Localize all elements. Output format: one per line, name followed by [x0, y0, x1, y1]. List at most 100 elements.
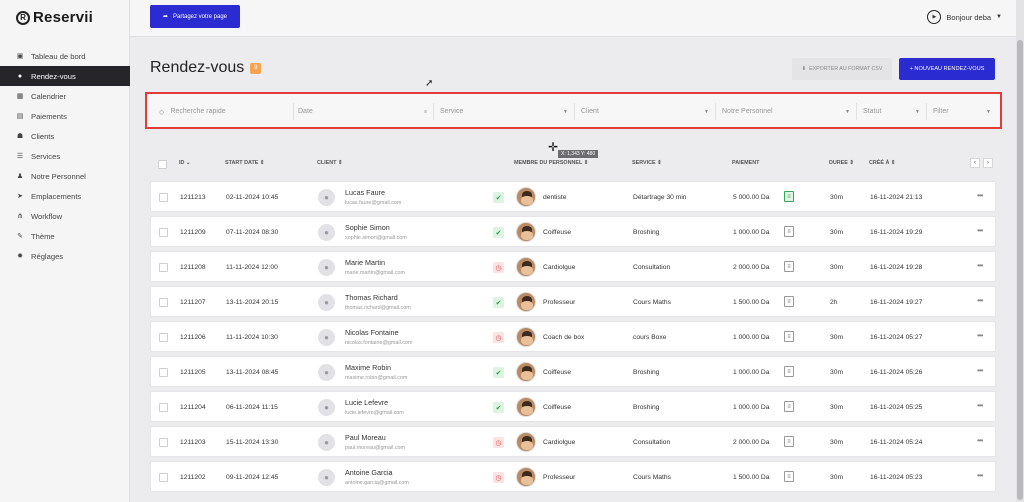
status-confirmed-icon[interactable]: ✔	[493, 227, 504, 238]
status-confirmed-icon[interactable]: ✔	[493, 297, 504, 308]
table-row[interactable]: 1211203 15-11-2024 13:30 ● Paul Moreau paul.…	[150, 426, 996, 457]
row-checkbox[interactable]	[159, 228, 168, 237]
user-menu[interactable]: ▶ Bonjour deba ▼	[927, 10, 1002, 24]
row-checkbox[interactable]	[159, 263, 168, 272]
invoice-icon[interactable]: ≡	[784, 471, 794, 482]
table-row[interactable]: 1211205 13-11-2024 08:45 ● Maxime Robin maxi…	[150, 356, 996, 387]
more-actions-icon[interactable]: •••	[977, 436, 983, 445]
client-name[interactable]: Nicolas Fontaine	[345, 328, 399, 337]
sidebar-item-tableau-de-bord[interactable]: ▣ Tableau de bord	[0, 46, 130, 66]
invoice-icon[interactable]: ≡	[784, 331, 794, 342]
column-staff[interactable]: MEMBRE DU PERSONNEL ⇕	[514, 160, 588, 166]
sidebar-item-paiements[interactable]: ▤ Paiements	[0, 106, 130, 126]
chevron-down-icon: ▼	[845, 108, 850, 115]
more-actions-icon[interactable]: •••	[977, 191, 983, 200]
table-row[interactable]: 1211202 09-11-2024 12:45 ● Antoine Garcia an…	[150, 461, 996, 492]
service-filter[interactable]: Service ▼	[440, 103, 575, 120]
row-checkbox[interactable]	[159, 368, 168, 377]
invoice-icon[interactable]: ≡	[784, 366, 794, 377]
more-actions-icon[interactable]: •••	[977, 331, 983, 340]
row-checkbox[interactable]	[159, 473, 168, 482]
column-start-date[interactable]: START DATE ⇕	[225, 160, 264, 166]
row-checkbox[interactable]	[159, 193, 168, 202]
row-checkbox[interactable]	[159, 333, 168, 342]
select-all-checkbox[interactable]	[158, 160, 167, 169]
next-page-button[interactable]: ›	[983, 158, 993, 168]
status-pending-icon[interactable]: ◷	[493, 472, 504, 483]
sidebar-item-emplacements[interactable]: ➤ Emplacements	[0, 186, 130, 206]
invoice-icon[interactable]: ≡	[784, 261, 794, 272]
client-name[interactable]: Maxime Robin	[345, 363, 391, 372]
invoice-icon[interactable]: ≡	[784, 191, 794, 202]
client-name[interactable]: Lucas Faure	[345, 188, 385, 197]
table-row[interactable]: 1211213 02-11-2024 10:45 ● Lucas Faure lucas…	[150, 181, 996, 212]
sidebar-item-label: Paiements	[31, 111, 67, 121]
start-date: 09-11-2024 12:45	[226, 474, 279, 481]
client-name[interactable]: Marie Martin	[345, 258, 385, 267]
created-at: 16-11-2024 05:24	[870, 439, 923, 446]
invoice-icon[interactable]: ≡	[784, 226, 794, 237]
status-pending-icon[interactable]: ◷	[493, 437, 504, 448]
column-payment[interactable]: PAIEMENT	[732, 160, 759, 166]
invoice-icon[interactable]: ≡	[784, 296, 794, 307]
share-page-button[interactable]: ➦ Partagez votre page	[150, 5, 240, 28]
start-date: 13-11-2024 20:15	[226, 299, 279, 306]
status-confirmed-icon[interactable]: ✔	[493, 367, 504, 378]
more-actions-icon[interactable]: •••	[977, 261, 983, 270]
row-checkbox[interactable]	[159, 298, 168, 307]
column-client[interactable]: CLIENT ⇕	[317, 160, 342, 166]
client-name[interactable]: Thomas Richard	[345, 293, 398, 302]
payment-amount: 1 000.00 Da	[733, 404, 770, 411]
more-actions-icon[interactable]: •••	[977, 366, 983, 375]
column-client-label: CLIENT	[317, 160, 337, 166]
date-filter[interactable]: Date ≡	[298, 103, 434, 120]
client-name[interactable]: Paul Moreau	[345, 433, 386, 442]
staff-filter[interactable]: Notre Personnel ▼	[722, 103, 857, 120]
sidebar-item-th-me[interactable]: ✎ Thème	[0, 226, 130, 246]
table-row[interactable]: 1211208 11-11-2024 12:00 ● Marie Martin mari…	[150, 251, 996, 282]
invoice-icon[interactable]: ≡	[784, 401, 794, 412]
client-name[interactable]: Lucie Lefevre	[345, 398, 388, 407]
sidebar-item-r-glages[interactable]: ✹ Réglages	[0, 246, 130, 266]
client-name[interactable]: Sophie Simon	[345, 223, 390, 232]
column-id[interactable]: ID ⌄	[179, 160, 190, 166]
sidebar-item-clients[interactable]: ☗ Clients	[0, 126, 130, 146]
start-date: 07-11-2024 08:30	[226, 229, 279, 236]
appointment-id: 1211209	[180, 229, 206, 236]
more-actions-icon[interactable]: •••	[977, 296, 983, 305]
client-name[interactable]: Antoine Garcia	[345, 468, 393, 477]
status-pending-icon[interactable]: ◷	[493, 262, 504, 273]
scrollbar-thumb[interactable]	[1017, 40, 1023, 500]
sidebar-item-workflow[interactable]: ⋔ Workflow	[0, 206, 130, 226]
column-created[interactable]: CRÉÉ À ⇕	[869, 160, 895, 166]
table-row[interactable]: 1211207 13-11-2024 20:15 ● Thomas Richard th…	[150, 286, 996, 317]
row-checkbox[interactable]	[159, 438, 168, 447]
more-actions-icon[interactable]: •••	[977, 226, 983, 235]
export-csv-button[interactable]: ⬇ EXPORTER AU FORMAT CSV	[792, 58, 892, 80]
sidebar-item-calendrier[interactable]: ▦ Calendrier	[0, 86, 130, 106]
status-confirmed-icon[interactable]: ✔	[493, 192, 504, 203]
status-filter[interactable]: Statut ▼	[863, 103, 927, 120]
scrollbar[interactable]	[1016, 0, 1024, 502]
table-row[interactable]: 1211209 07-11-2024 08:30 ● Sophie Simon soph…	[150, 216, 996, 247]
created-at: 16-11-2024 19:28	[870, 264, 923, 271]
row-checkbox[interactable]	[159, 403, 168, 412]
client-filter[interactable]: Client ▼	[581, 103, 716, 120]
table-row[interactable]: 1211204 06-11-2024 11:15 ● Lucie Lefevre luc…	[150, 391, 996, 422]
more-actions-icon[interactable]: •••	[977, 401, 983, 410]
sidebar-item-notre-personnel[interactable]: ♟ Notre Personnel	[0, 166, 130, 186]
invoice-icon[interactable]: ≡	[784, 436, 794, 447]
status-pending-icon[interactable]: ◷	[493, 332, 504, 343]
status-confirmed-icon[interactable]: ✔	[493, 402, 504, 413]
column-service[interactable]: SERVICE ⇕	[632, 160, 662, 166]
prev-page-button[interactable]: ‹	[970, 158, 980, 168]
sidebar-item-rendez-vous[interactable]: ● Rendez-vous	[0, 66, 130, 86]
table-row[interactable]: 1211206 11-11-2024 10:30 ● Nicolas Fontaine…	[150, 321, 996, 352]
new-appointment-button[interactable]: + NOUVEAU RENDEZ-VOUS	[899, 58, 995, 80]
filter-dropdown[interactable]: Filter ▼	[933, 103, 997, 120]
search-input[interactable]: ○ Recherche rapide	[159, 103, 294, 120]
sidebar-item-services[interactable]: ☰ Services	[0, 146, 130, 166]
column-duration[interactable]: DUREE ⇕	[829, 160, 854, 166]
more-actions-icon[interactable]: •••	[977, 471, 983, 480]
app-logo[interactable]: R Reservii	[16, 9, 93, 26]
